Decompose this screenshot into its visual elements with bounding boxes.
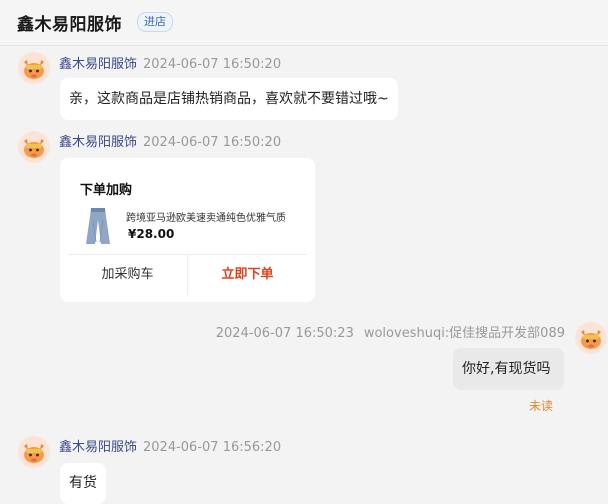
message-sender: 鑫木易阳服饰	[59, 440, 138, 455]
message-bubble: 亲，这款商品是店铺热销商品，喜欢就不要错过哦~	[60, 78, 398, 120]
message-time: 2024-06-07 16:50:20	[143, 135, 282, 150]
shop-avatar-icon[interactable]	[18, 52, 50, 84]
message-meta: 鑫木易阳服饰 2024-06-07 16:56:20	[59, 436, 281, 455]
message-time: 2024-06-07 16:56:20	[143, 440, 282, 455]
message-bubble: 你好,有现货吗	[453, 348, 564, 390]
message-sender: woloveshuqi:促佳搜品开发部089	[363, 326, 565, 341]
user-avatar-icon[interactable]	[575, 322, 607, 354]
shop-avatar-icon[interactable]	[18, 131, 50, 163]
add-to-cart-button[interactable]: 加采购车	[68, 255, 187, 295]
shop-name: 鑫木易阳服饰	[17, 15, 122, 35]
message-meta: 鑫木易阳服饰 2024-06-07 16:50:20	[59, 53, 281, 72]
message-meta: 2024-06-07 16:50:23 woloveshuqi:促佳搜品开发部08…	[216, 322, 565, 341]
shop-avatar-icon[interactable]	[18, 436, 50, 468]
chat-header: 鑫木易阳服饰 进店	[0, 0, 608, 46]
buy-now-button[interactable]: 立即下单	[188, 255, 307, 295]
message-meta: 鑫木易阳服饰 2024-06-07 16:50:20	[59, 131, 281, 150]
order-card: 下单加购 跨境亚马逊欧美速卖通纯色优雅气质 ¥28.00 加采购车 立即下单	[60, 158, 315, 302]
unread-status: 未读	[529, 399, 554, 413]
enter-shop-button[interactable]: 进店	[137, 12, 173, 32]
message-bubble: 有货	[60, 463, 106, 504]
message-time: 2024-06-07 16:50:20	[143, 57, 282, 72]
product-price: ¥28.00	[128, 227, 175, 241]
product-image-icon[interactable]	[84, 206, 112, 246]
message-time: 2024-06-07 16:50:23	[215, 326, 354, 341]
message-sender: 鑫木易阳服饰	[59, 57, 138, 72]
product-name[interactable]: 跨境亚马逊欧美速卖通纯色优雅气质	[126, 209, 296, 224]
message-sender: 鑫木易阳服饰	[59, 135, 138, 150]
card-title: 下单加购	[80, 183, 133, 198]
